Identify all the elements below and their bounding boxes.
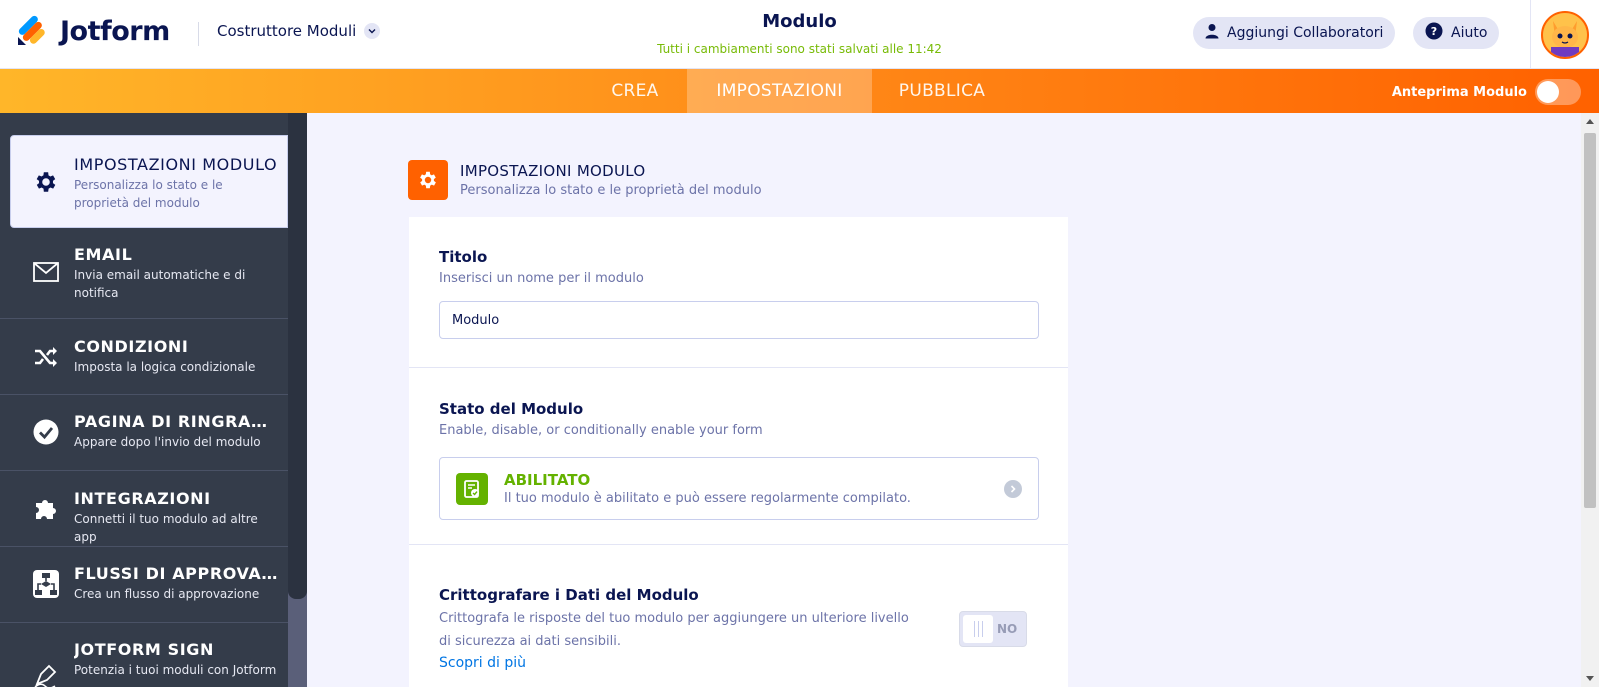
user-icon (1205, 23, 1219, 43)
shuffle-icon (33, 344, 59, 370)
sidebar-item-integrations[interactable]: INTEGRAZIONI Connetti il tuo modulo ad a… (0, 472, 288, 547)
chevron-down-icon (364, 23, 381, 39)
learn-more-link[interactable]: Scopri di più (439, 655, 526, 671)
help-button[interactable]: ? Aiuto (1413, 17, 1500, 49)
scroll-up-arrow-icon[interactable] (1586, 119, 1594, 124)
sidebar-item-form-settings[interactable]: IMPOSTAZIONI MODULO Personalizza lo stat… (10, 135, 288, 228)
avatar-container[interactable] (1530, 0, 1599, 69)
sidebar-item-desc: Crea un flusso di approvazione (74, 587, 260, 601)
preview-toggle[interactable] (1535, 79, 1581, 105)
jotform-logo-icon (16, 15, 48, 47)
encrypt-toggle[interactable]: NO (959, 611, 1027, 647)
tab-crea[interactable]: CREA (594, 69, 676, 113)
help-icon: ? (1425, 22, 1443, 44)
title-field-label: Titolo (439, 248, 488, 266)
add-collaborators-button[interactable]: Aggiungi Collaboratori (1193, 17, 1396, 49)
sidebar-item-desc: Invia email automatiche e di notifica (74, 268, 246, 300)
encrypt-help: Crittografa le risposte del tuo modulo p… (439, 611, 909, 649)
sidebar-item-conditions[interactable]: CONDIZIONI Imposta la logica condizional… (0, 320, 288, 395)
sidebar-item-email[interactable]: EMAIL Invia email automatiche e di notif… (0, 229, 288, 319)
toggle-knob (963, 615, 993, 643)
envelope-icon (33, 259, 59, 285)
sidebar-item-thank-you-page[interactable]: PAGINA DI RINGRAZIAMENTO Appare dopo l'i… (0, 396, 288, 471)
gear-icon (408, 160, 448, 200)
header-divider (198, 22, 199, 46)
enabled-form-icon (456, 473, 488, 505)
section-title: IMPOSTAZIONI MODULO (460, 162, 646, 180)
help-label: Aiuto (1451, 25, 1488, 41)
status-description: Il tuo modulo è abilitato e può essere r… (504, 491, 911, 506)
sidebar-item-title: FLUSSI DI APPROVAZIONE (74, 564, 279, 583)
sidebar-item-title: IMPOSTAZIONI MODULO (74, 155, 278, 174)
tab-impostazioni[interactable]: IMPOSTAZIONI (687, 69, 872, 113)
sidebar-item-title: JOTFORM SIGN (74, 640, 215, 659)
form-status-selector[interactable]: ABILITATO Il tuo modulo è abilitato e pu… (439, 457, 1039, 520)
workflow-icon (33, 570, 59, 598)
sidebar-item-desc: Personalizza lo stato e le proprietà del… (74, 178, 223, 210)
section-subtitle: Personalizza lo stato e le proprietà del… (460, 183, 762, 198)
settings-content: IMPOSTAZIONI MODULO Personalizza lo stat… (307, 113, 1599, 687)
form-status-help: Enable, disable, or conditionally enable… (439, 423, 763, 438)
sidebar-item-title: CONDIZIONI (74, 337, 189, 356)
title-field-help: Inserisci un nome per il modulo (439, 271, 644, 286)
form-preview-control: Anteprima Modulo (1392, 79, 1581, 105)
page-scrollbar-thumb[interactable] (1584, 133, 1596, 508)
avatar (1541, 10, 1589, 59)
chevron-right-icon (1004, 480, 1022, 498)
sidebar-item-desc: Connetti il tuo modulo ad altre app (74, 512, 258, 544)
settings-sidebar: IMPOSTAZIONI MODULO Personalizza lo stat… (0, 113, 307, 687)
builder-navbar: CREA IMPOSTAZIONI PUBBLICA Anteprima Mod… (0, 69, 1599, 113)
sidebar-item-desc: Imposta la logica condizionale (74, 360, 256, 374)
sidebar-item-title: EMAIL (74, 245, 133, 264)
page-scrollbar[interactable] (1581, 113, 1599, 687)
encrypt-label: Crittografare i Dati del Modulo (439, 586, 699, 604)
section-header: IMPOSTAZIONI MODULO Personalizza lo stat… (408, 160, 762, 200)
preview-toggle-knob (1537, 81, 1559, 103)
check-circle-icon (33, 419, 59, 445)
settings-card: Titolo Inserisci un nome per il modulo M… (409, 217, 1068, 687)
status-title: ABILITATO (504, 471, 591, 489)
logo-text: Jotform (60, 15, 170, 47)
form-status-label: Stato del Modulo (439, 400, 584, 418)
puzzle-icon (33, 496, 59, 522)
scroll-down-arrow-icon[interactable] (1586, 676, 1594, 681)
section-divider (409, 367, 1068, 368)
sidebar-item-title: PAGINA DI RINGRAZIAMENTO (74, 412, 279, 431)
gear-icon (33, 169, 59, 195)
add-collaborators-label: Aggiungi Collaboratori (1227, 25, 1384, 41)
sidebar-item-jotform-sign[interactable]: JOTFORM SIGN Potenzia i tuoi moduli con … (0, 624, 288, 687)
sidebar-item-approval-flows[interactable]: FLUSSI DI APPROVAZIONE Crea un flusso di… (0, 548, 288, 623)
svg-text:?: ? (1431, 25, 1437, 38)
top-header: Jotform Costruttore Moduli Modulo Tutti … (0, 0, 1599, 69)
toggle-state-label: NO (997, 622, 1018, 636)
sidebar-item-desc: Potenzia i tuoi moduli con Jotform (74, 663, 277, 677)
builder-label: Costruttore Moduli (217, 22, 357, 40)
jotform-logo[interactable]: Jotform (16, 15, 170, 47)
sidebar-list: IMPOSTAZIONI MODULO Personalizza lo stat… (0, 113, 288, 687)
sidebar-item-desc: Appare dopo l'invio del modulo (74, 435, 261, 449)
preview-label: Anteprima Modulo (1391, 84, 1527, 100)
section-divider (409, 544, 1068, 545)
sidebar-scrollbar-thumb[interactable] (288, 113, 307, 599)
pen-icon (33, 662, 59, 687)
form-title-input[interactable]: Modulo (439, 301, 1039, 339)
sidebar-item-title: INTEGRAZIONI (74, 489, 211, 508)
tab-pubblica[interactable]: PUBBLICA (884, 69, 1000, 113)
builder-dropdown[interactable]: Costruttore Moduli (217, 22, 381, 40)
